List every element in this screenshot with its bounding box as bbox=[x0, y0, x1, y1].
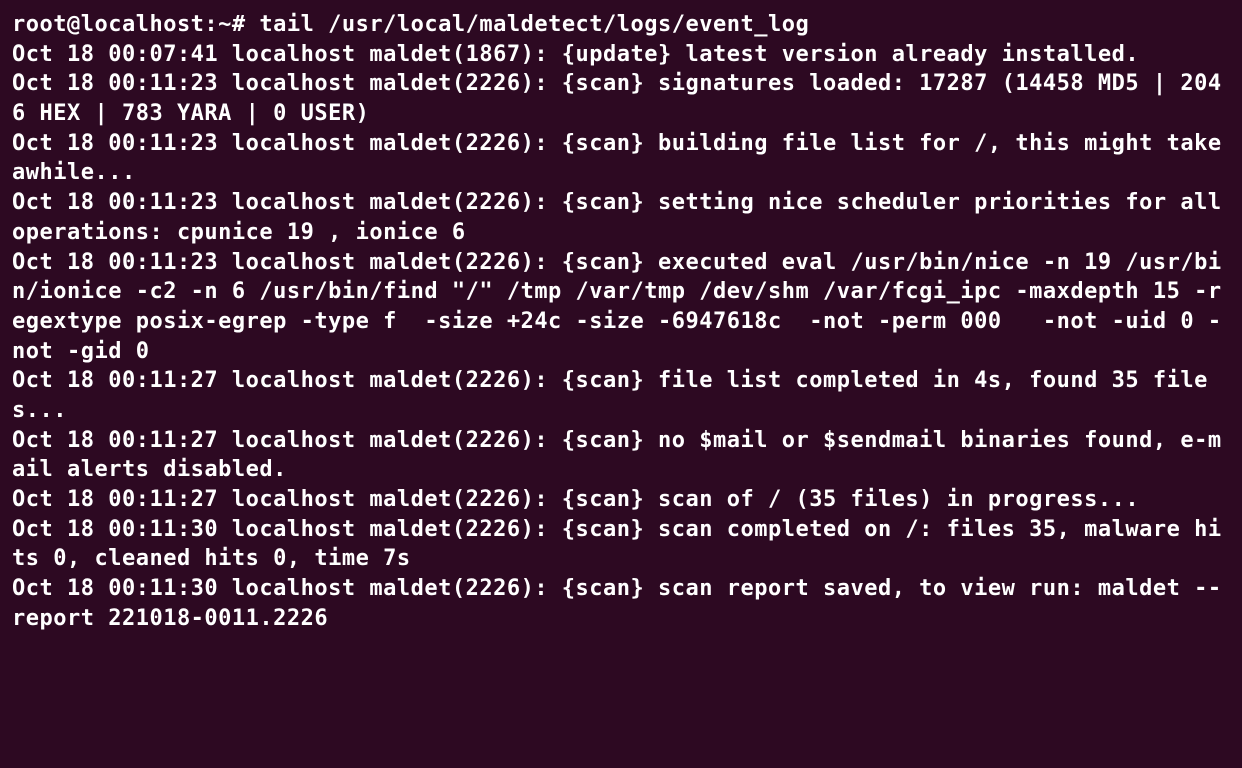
log-line: Oct 18 00:11:23 localhost maldet(2226): … bbox=[12, 71, 1222, 126]
log-line: Oct 18 00:11:27 localhost maldet(2226): … bbox=[12, 368, 1208, 423]
log-line: Oct 18 00:11:27 localhost maldet(2226): … bbox=[12, 487, 1139, 512]
log-line: Oct 18 00:11:27 localhost maldet(2226): … bbox=[12, 428, 1222, 483]
log-line: Oct 18 00:11:30 localhost maldet(2226): … bbox=[12, 517, 1222, 572]
log-line: Oct 18 00:11:23 localhost maldet(2226): … bbox=[12, 131, 1235, 186]
log-line: Oct 18 00:11:23 localhost maldet(2226): … bbox=[12, 190, 1235, 245]
command-text: tail /usr/local/maldetect/logs/event_log bbox=[259, 12, 809, 37]
log-line: Oct 18 00:11:30 localhost maldet(2226): … bbox=[12, 576, 1222, 631]
log-line: Oct 18 00:07:41 localhost maldet(1867): … bbox=[12, 42, 1139, 67]
terminal-output[interactable]: root@localhost:~# tail /usr/local/maldet… bbox=[12, 10, 1230, 633]
log-line: Oct 18 00:11:23 localhost maldet(2226): … bbox=[12, 250, 1222, 364]
shell-prompt: root@localhost:~# bbox=[12, 12, 259, 37]
